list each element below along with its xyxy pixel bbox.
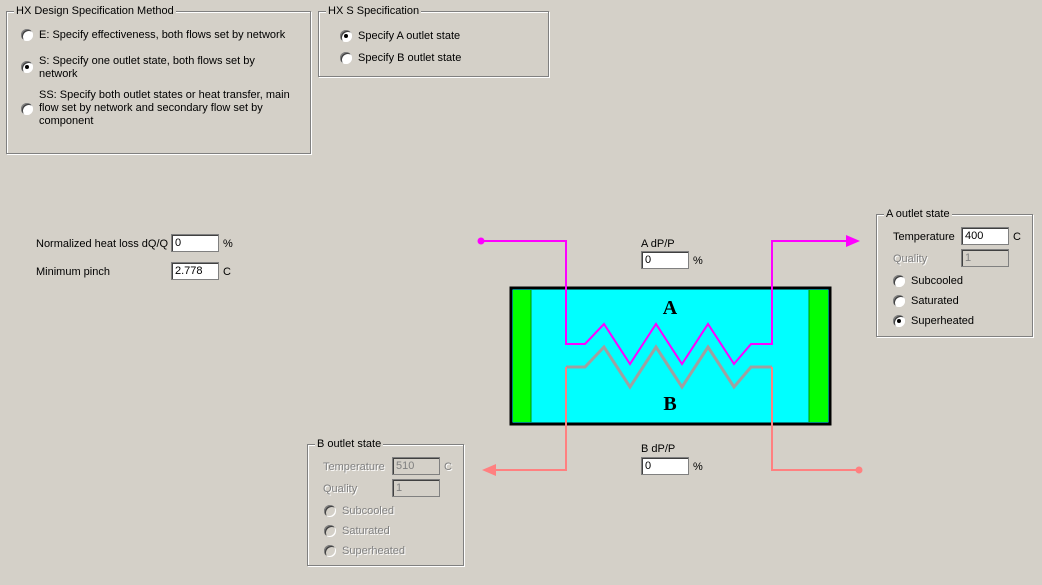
- stream-b-line: [494, 367, 859, 471]
- b-subcooled-label: Subcooled: [342, 505, 394, 517]
- b-dpp-label: B dP/P: [641, 443, 676, 455]
- b-saturated-option: Saturated: [324, 525, 390, 537]
- b-superheated-option: Superheated: [324, 545, 405, 557]
- a-subcooled-radio[interactable]: [893, 275, 905, 287]
- b-outlet-group: B outlet state Temperature 510 C Quality…: [307, 438, 464, 566]
- b-temperature-input: 510: [392, 457, 440, 475]
- b-quality-input: 1: [392, 479, 440, 497]
- design-method-title: HX Design Specification Method: [14, 5, 176, 18]
- min-pinch-label: Minimum pinch: [36, 266, 110, 278]
- method-ss-radio[interactable]: [21, 103, 33, 115]
- b-superheated-label: Superheated: [342, 545, 405, 557]
- b-subcooled-radio: [324, 505, 336, 517]
- a-saturated-radio[interactable]: [893, 295, 905, 307]
- method-ss-option[interactable]: SS: Specify both outlet states or heat t…: [21, 89, 291, 128]
- method-e-label: E: Specify effectiveness, both flows set…: [39, 29, 286, 41]
- a-temperature-label: Temperature: [893, 231, 955, 243]
- s-spec-group: HX S Specification Specify A outlet stat…: [318, 5, 549, 77]
- spec-b-radio[interactable]: [340, 52, 352, 64]
- b-temperature-unit: C: [444, 461, 452, 473]
- b-dpp-unit: %: [693, 461, 703, 473]
- a-outlet-group: A outlet state Temperature 400 C Quality…: [876, 208, 1033, 337]
- spec-b-label: Specify B outlet state: [358, 52, 462, 64]
- spec-a-radio[interactable]: [340, 30, 352, 42]
- b-outlet-title: B outlet state: [315, 438, 384, 451]
- a-dpp-label: A dP/P: [641, 238, 675, 250]
- b-temperature-label: Temperature: [323, 461, 385, 473]
- b-saturated-radio: [324, 525, 336, 537]
- stream-b-outlet-arrow: [482, 464, 496, 476]
- a-superheated-option[interactable]: Superheated: [893, 315, 974, 327]
- a-superheated-label: Superheated: [911, 315, 974, 327]
- method-e-option[interactable]: E: Specify effectiveness, both flows set…: [21, 29, 285, 41]
- b-superheated-radio: [324, 545, 336, 557]
- method-s-option[interactable]: S: Specify one outlet state, both flows …: [21, 55, 271, 81]
- stream-a-outlet-arrow: [846, 235, 860, 247]
- method-s-label: S: Specify one outlet state, both flows …: [39, 55, 255, 80]
- spec-a-label: Specify A outlet state: [358, 30, 461, 42]
- a-quality-label: Quality: [893, 253, 928, 265]
- method-e-radio[interactable]: [21, 29, 33, 41]
- a-saturated-option[interactable]: Saturated: [893, 295, 959, 307]
- a-temperature-unit: C: [1013, 231, 1021, 243]
- b-quality-label: Quality: [323, 483, 358, 495]
- exchanger-body: [509, 286, 832, 426]
- heat-loss-label: Normalized heat loss dQ/Q: [36, 238, 169, 250]
- a-dpp-unit: %: [693, 255, 703, 267]
- a-dpp-input[interactable]: 0: [641, 251, 689, 269]
- b-dpp-input[interactable]: 0: [641, 457, 689, 475]
- method-ss-label: SS: Specify both outlet states or heat t…: [39, 89, 290, 127]
- a-subcooled-option[interactable]: Subcooled: [893, 275, 963, 287]
- heat-loss-unit: %: [223, 238, 233, 250]
- a-outlet-title: A outlet state: [884, 208, 952, 221]
- label-a: A: [663, 297, 678, 319]
- a-quality-input: 1: [961, 249, 1009, 267]
- a-temperature-input[interactable]: 400: [961, 227, 1009, 245]
- method-s-radio[interactable]: [21, 61, 33, 73]
- s-spec-title: HX S Specification: [326, 5, 422, 18]
- exchanger-right-end: [809, 290, 828, 422]
- stream-a-inlet-dot: [477, 237, 485, 245]
- exchanger-left-end: [513, 290, 531, 422]
- stream-b-inlet-dot: [855, 466, 863, 474]
- a-saturated-label: Saturated: [911, 295, 959, 307]
- min-pinch-input[interactable]: 2.778: [171, 262, 219, 280]
- spec-a-option[interactable]: Specify A outlet state: [340, 30, 460, 42]
- b-saturated-label: Saturated: [342, 525, 390, 537]
- min-pinch-unit: C: [223, 266, 231, 278]
- a-subcooled-label: Subcooled: [911, 275, 963, 287]
- stream-b-coil: [566, 344, 772, 390]
- a-superheated-radio[interactable]: [893, 315, 905, 327]
- b-subcooled-option: Subcooled: [324, 505, 394, 517]
- label-b: B: [663, 393, 676, 415]
- spec-b-option[interactable]: Specify B outlet state: [340, 52, 461, 64]
- heat-loss-input[interactable]: 0: [171, 234, 219, 252]
- design-method-group: HX Design Specification Method E: Specif…: [6, 5, 311, 154]
